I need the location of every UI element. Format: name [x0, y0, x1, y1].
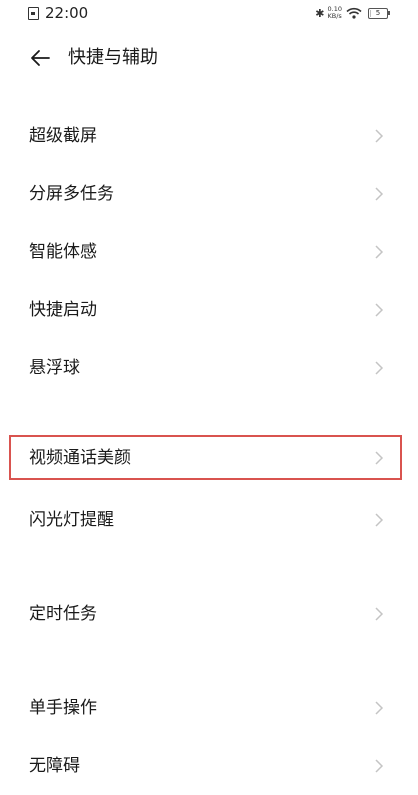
network-speed: 0.10 KB/s — [328, 6, 342, 20]
list-item-super-screenshot[interactable]: 超级截屏 — [0, 110, 418, 162]
chevron-right-icon — [375, 513, 384, 527]
battery-level: 5 — [375, 8, 381, 17]
chevron-right-icon — [375, 129, 384, 143]
list-item-label: 快捷启动 — [29, 300, 97, 320]
arrow-left-icon[interactable] — [28, 46, 52, 70]
status-left: 22:00 — [28, 4, 88, 22]
status-right: ✱ 0.10 KB/s 5 — [315, 6, 390, 20]
list-item-label: 视频通话美颜 — [29, 448, 131, 468]
chevron-right-icon — [375, 303, 384, 317]
list-item-accessibility[interactable]: 无障碍 — [0, 740, 418, 792]
list-item-label: 定时任务 — [29, 604, 97, 624]
page-title: 快捷与辅助 — [68, 47, 158, 68]
status-bar: 22:00 ✱ 0.10 KB/s 5 — [0, 0, 418, 28]
list-item-floating-ball[interactable]: 悬浮球 — [0, 342, 418, 394]
list-item-label: 无障碍 — [29, 756, 80, 776]
sim-card-icon — [28, 6, 39, 20]
chevron-right-icon — [375, 245, 384, 259]
list-item-label: 分屏多任务 — [29, 184, 114, 204]
list-item-scheduled-tasks[interactable]: 定时任务 — [0, 588, 418, 640]
list-item-smart-motion[interactable]: 智能体感 — [0, 226, 418, 278]
list-item-label: 悬浮球 — [29, 358, 80, 378]
network-speed-unit: KB/s — [327, 12, 342, 20]
list-item-split-screen[interactable]: 分屏多任务 — [0, 168, 418, 220]
list-item-label: 智能体感 — [29, 242, 97, 262]
chevron-right-icon — [375, 607, 384, 621]
list-item-video-call-beauty[interactable]: 视频通话美颜 — [0, 432, 418, 484]
list-item-quick-launch[interactable]: 快捷启动 — [0, 284, 418, 336]
chevron-right-icon — [375, 361, 384, 375]
chevron-right-icon — [375, 451, 384, 465]
battery-fill — [370, 9, 371, 17]
status-time: 22:00 — [45, 4, 89, 22]
list-item-flash-reminder[interactable]: 闪光灯提醒 — [0, 494, 418, 546]
list-item-label: 单手操作 — [29, 698, 97, 718]
chevron-right-icon — [375, 759, 384, 773]
bluetooth-icon: ✱ — [315, 6, 325, 20]
chevron-right-icon — [375, 701, 384, 715]
wifi-icon — [346, 7, 362, 19]
chevron-right-icon — [375, 187, 384, 201]
header: 快捷与辅助 — [0, 38, 418, 78]
battery-icon: 5 — [368, 7, 390, 19]
list-item-label: 闪光灯提醒 — [29, 510, 114, 530]
list-item-one-handed-mode[interactable]: 单手操作 — [0, 682, 418, 734]
list-item-label: 超级截屏 — [29, 126, 97, 146]
